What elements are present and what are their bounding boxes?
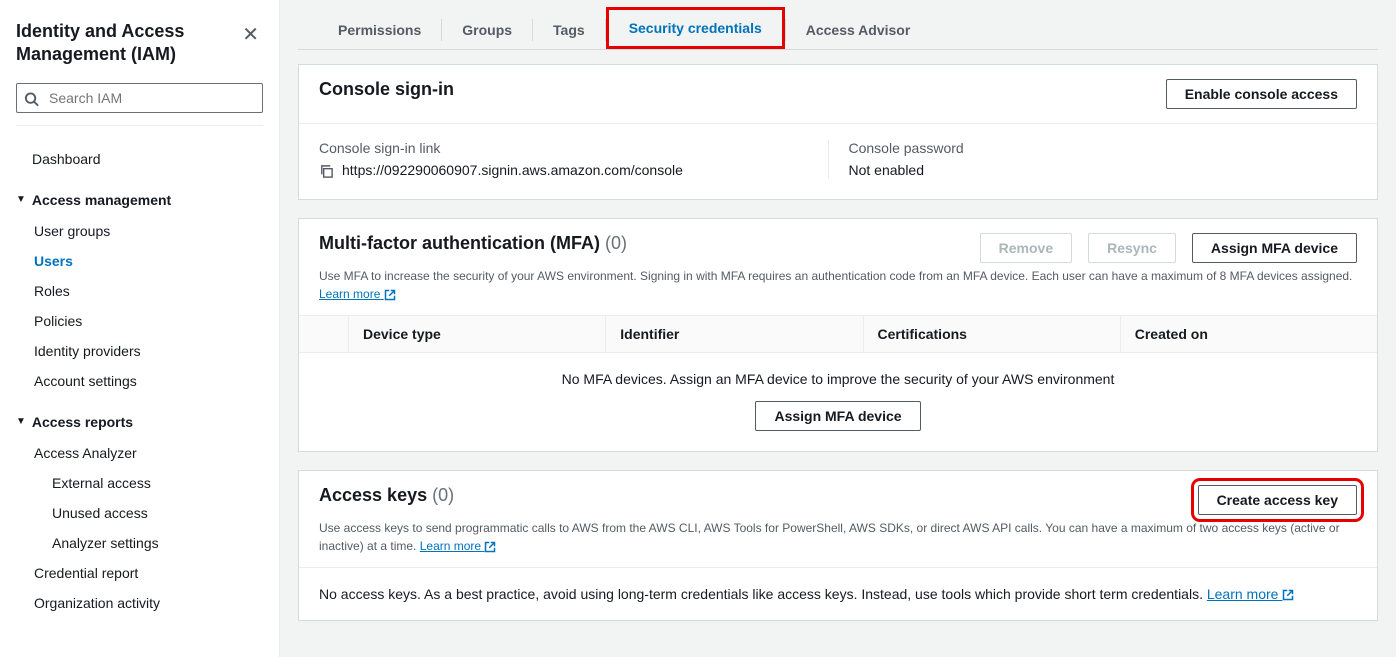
mfa-learn-more-link[interactable]: Learn more (319, 287, 396, 301)
th-device-type: Device type (349, 316, 606, 352)
mfa-title-text: Multi-factor authentication (MFA) (319, 233, 600, 253)
resync-mfa-button: Resync (1088, 233, 1176, 263)
nav-section-access-reports[interactable]: ▼ Access reports (16, 406, 279, 438)
remove-mfa-button: Remove (980, 233, 1072, 263)
mfa-empty-message: No MFA devices. Assign an MFA device to … (299, 353, 1377, 401)
tab-security-credentials[interactable]: Security credentials (606, 7, 785, 49)
access-keys-title-text: Access keys (319, 485, 427, 505)
access-keys-empty-learn-more-link[interactable]: Learn more (1207, 586, 1294, 602)
th-identifier: Identifier (606, 316, 863, 352)
access-keys-count: (0) (432, 485, 454, 505)
nav-identity-providers[interactable]: Identity providers (16, 336, 279, 366)
search-icon (24, 89, 39, 106)
divider (16, 125, 263, 126)
nav-unused-access[interactable]: Unused access (16, 498, 279, 528)
mfa-count: (0) (605, 233, 627, 253)
main-content: Permissions Groups Tags Security credent… (280, 0, 1396, 657)
access-keys-empty-message: No access keys. As a best practice, avoi… (299, 567, 1377, 620)
th-created-on: Created on (1121, 316, 1377, 352)
access-keys-description: Use access keys to send programmatic cal… (299, 519, 1377, 567)
signin-link-label: Console sign-in link (319, 140, 808, 156)
nav-policies[interactable]: Policies (16, 306, 279, 336)
panel-title: Access keys (0) (319, 485, 454, 506)
sidebar-title: Identity and Access Management (IAM) (16, 20, 216, 67)
panel-title: Console sign-in (319, 79, 454, 100)
external-link-icon (384, 289, 396, 301)
nav-section-label: Access management (32, 192, 171, 208)
nav-access-analyzer[interactable]: Access Analyzer (16, 438, 279, 468)
th-checkbox (299, 316, 349, 352)
nav-section-access-management[interactable]: ▼ Access management (16, 184, 279, 216)
nav-section-label: Access reports (32, 414, 133, 430)
nav-account-settings[interactable]: Account settings (16, 366, 279, 396)
assign-mfa-device-empty-button[interactable]: Assign MFA device (755, 401, 920, 431)
close-icon[interactable]: ✕ (238, 20, 263, 49)
tab-groups[interactable]: Groups (442, 12, 532, 48)
nav-roles[interactable]: Roles (16, 276, 279, 306)
th-certifications: Certifications (864, 316, 1121, 352)
panel-access-keys: Access keys (0) Create access key Use ac… (298, 470, 1378, 621)
panel-mfa: Multi-factor authentication (MFA) (0) Re… (298, 218, 1378, 452)
tab-tags[interactable]: Tags (533, 12, 605, 48)
tabs: Permissions Groups Tags Security credent… (298, 0, 1378, 50)
external-link-icon (484, 541, 496, 553)
assign-mfa-device-button[interactable]: Assign MFA device (1192, 233, 1357, 263)
create-access-key-button[interactable]: Create access key (1198, 485, 1357, 515)
mfa-table-header: Device type Identifier Certifications Cr… (299, 315, 1377, 353)
enable-console-access-button[interactable]: Enable console access (1166, 79, 1357, 109)
nav-external-access[interactable]: External access (16, 468, 279, 498)
access-keys-learn-more-link[interactable]: Learn more (420, 539, 497, 553)
search-input[interactable] (16, 83, 263, 113)
nav-analyzer-settings[interactable]: Analyzer settings (16, 528, 279, 558)
nav-users[interactable]: Users (16, 246, 279, 276)
signin-link-value: https://092290060907.signin.aws.amazon.c… (342, 162, 683, 178)
search-box (16, 83, 263, 113)
nav-credential-report[interactable]: Credential report (16, 558, 279, 588)
console-password-label: Console password (849, 140, 1338, 156)
caret-down-icon: ▼ (16, 416, 26, 427)
tab-access-advisor[interactable]: Access Advisor (786, 12, 931, 48)
panel-console-signin: Console sign-in Enable console access Co… (298, 64, 1378, 200)
nav-user-groups[interactable]: User groups (16, 216, 279, 246)
nav-organization-activity[interactable]: Organization activity (16, 588, 279, 618)
sidebar: Identity and Access Management (IAM) ✕ D… (0, 0, 280, 657)
tab-permissions[interactable]: Permissions (318, 12, 441, 48)
mfa-description: Use MFA to increase the security of your… (299, 267, 1377, 315)
nav-dashboard[interactable]: Dashboard (16, 144, 279, 174)
console-password-value: Not enabled (849, 162, 1338, 178)
external-link-icon (1282, 589, 1294, 601)
caret-down-icon: ▼ (16, 194, 26, 205)
copy-icon[interactable] (319, 162, 334, 179)
panel-title: Multi-factor authentication (MFA) (0) (319, 233, 627, 254)
